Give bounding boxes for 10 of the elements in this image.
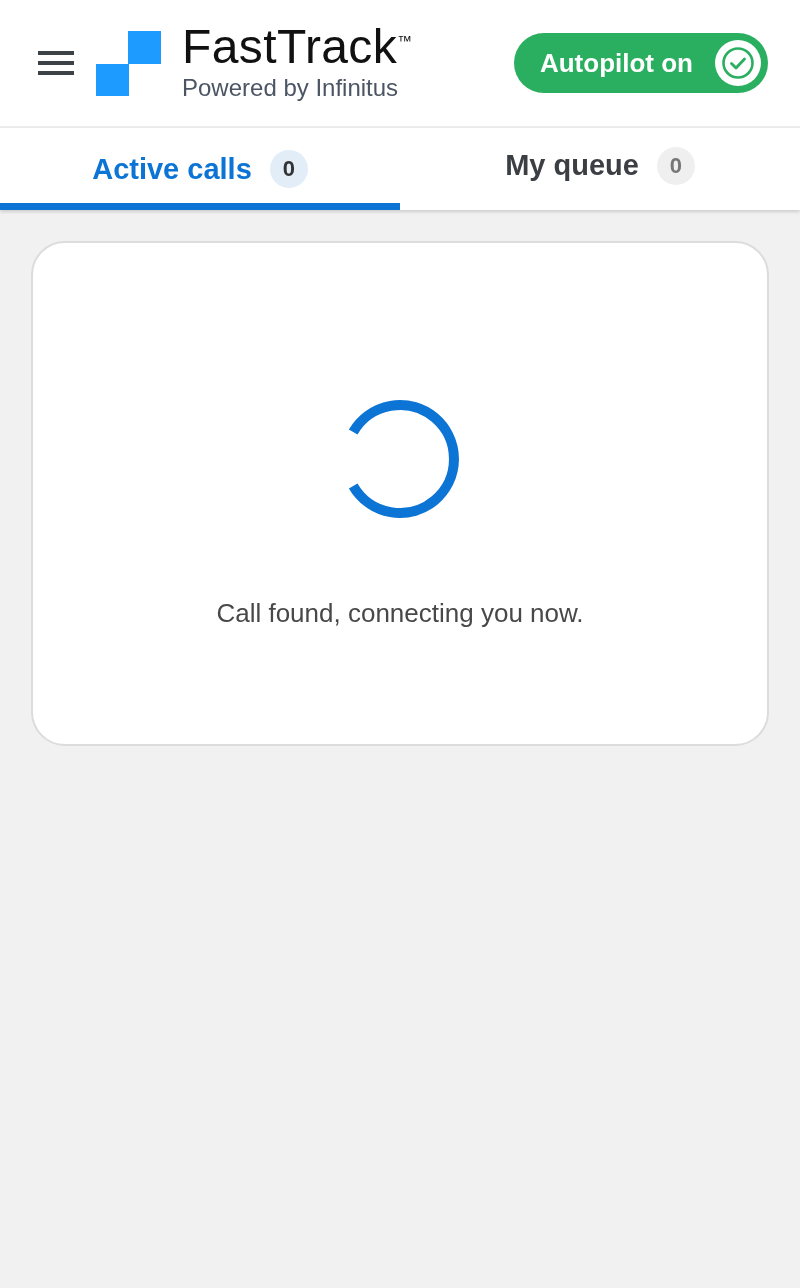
brand-tagline: Powered by Infinitus <box>182 75 400 101</box>
menu-icon[interactable] <box>38 51 74 75</box>
tab[interactable]: Active calls 0 <box>0 128 400 210</box>
logo-icon <box>96 30 161 96</box>
count-badge: 0 <box>269 150 308 188</box>
count-badge: 0 <box>656 146 695 185</box>
tab[interactable]: My queue 0 <box>400 128 800 210</box>
check-circle-icon <box>715 40 761 86</box>
status-message: Call found, connecting you now. <box>216 598 584 629</box>
brand-name: FastTrack$^{™}$ <box>182 25 413 69</box>
